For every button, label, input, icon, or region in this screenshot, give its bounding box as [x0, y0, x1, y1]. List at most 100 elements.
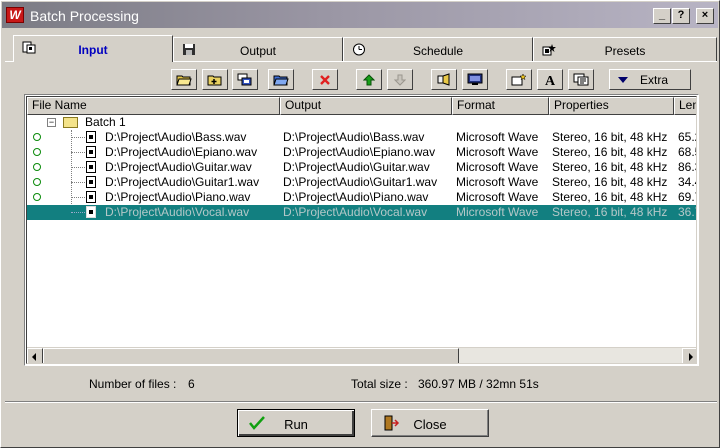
- files-count-label: Number of files :: [89, 377, 177, 391]
- move-up-button[interactable]: [356, 69, 382, 90]
- format-cell: Microsoft Wave: [456, 145, 539, 159]
- extra-button[interactable]: Extra: [609, 69, 691, 90]
- scroll-thumb[interactable]: [43, 348, 459, 363]
- add-folder-icon: [207, 75, 222, 86]
- properties-cell: Stereo, 16 bit, 48 kHz: [552, 160, 668, 174]
- table-row[interactable]: D:\Project\Audio\Bass.wav D:\Project\Aud…: [27, 130, 696, 145]
- column-header-file-name[interactable]: File Name: [27, 97, 280, 115]
- scroll-left-button[interactable]: [27, 348, 43, 363]
- column-header-format[interactable]: Format: [452, 97, 549, 115]
- properties-cell: Stereo, 16 bit, 48 kHz: [552, 130, 668, 144]
- tree-branch: [71, 182, 85, 183]
- file-list[interactable]: File Name Output Format Properties Len −…: [24, 94, 699, 366]
- open-icon: [273, 75, 289, 86]
- add-files-icon: [237, 73, 252, 86]
- tree-branch: [71, 167, 85, 168]
- text-icon: A: [545, 74, 556, 86]
- file-name-cell: D:\Project\Audio\Piano.wav: [105, 190, 251, 204]
- batch-name: Batch 1: [85, 115, 126, 129]
- run-label: Run: [284, 417, 308, 432]
- files-count-value: 6: [188, 377, 195, 391]
- scroll-right-button[interactable]: [682, 348, 696, 363]
- output-cell: D:\Project\Audio\Vocal.wav: [283, 205, 428, 219]
- help-button[interactable]: ?: [672, 8, 690, 24]
- tab-input[interactable]: Input: [13, 35, 173, 62]
- file-name-cell: D:\Project\Audio\Guitar1.wav: [105, 175, 260, 189]
- file-icon: [86, 206, 96, 218]
- status-ok-icon: [33, 133, 41, 141]
- extra-dropdown-arrow-icon: [618, 77, 628, 83]
- move-down-button[interactable]: [387, 69, 413, 90]
- run-button[interactable]: Run: [237, 409, 355, 437]
- file-name-cell: D:\Project\Audio\Bass.wav: [105, 130, 247, 144]
- file-name-cell: D:\Project\Audio\Vocal.wav: [105, 205, 250, 219]
- table-row[interactable]: D:\Project\Audio\Guitar1.wav D:\Project\…: [27, 175, 696, 190]
- column-header-length[interactable]: Len: [674, 97, 696, 115]
- format-cell: Microsoft Wave: [456, 130, 539, 144]
- title-bar[interactable]: W Batch Processing _ ? ×: [2, 2, 718, 28]
- tree-branch: [71, 152, 85, 153]
- delete-icon: [320, 74, 330, 85]
- length-cell: 65.2: [678, 130, 696, 144]
- tree-branch: [71, 212, 85, 213]
- batch-row[interactable]: − Batch 1: [27, 115, 696, 130]
- format-cell: Microsoft Wave: [456, 205, 539, 219]
- column-header-properties[interactable]: Properties: [549, 97, 674, 115]
- format-cell: Microsoft Wave: [456, 160, 539, 174]
- table-row[interactable]: D:\Project\Audio\Guitar.wav D:\Project\A…: [27, 160, 696, 175]
- monitor-icon: [467, 73, 483, 85]
- arrow-right-icon: [689, 353, 693, 361]
- output-cell: D:\Project\Audio\Epiano.wav: [283, 145, 436, 159]
- app-logo-icon: W: [6, 7, 24, 23]
- tab-output[interactable]: Output: [173, 37, 343, 61]
- format-cell: Microsoft Wave: [456, 175, 539, 189]
- move-down-icon: [394, 74, 406, 86]
- column-header-output[interactable]: Output: [280, 97, 452, 115]
- properties-button[interactable]: [568, 69, 594, 90]
- new-item-button[interactable]: [506, 69, 532, 90]
- batch-processing-window: W Batch Processing _ ? × Input Output Sc…: [0, 0, 720, 448]
- length-cell: 86.3: [678, 160, 696, 174]
- close-label: Close: [413, 417, 447, 432]
- open-button[interactable]: [268, 69, 294, 90]
- close-window-button[interactable]: ×: [696, 8, 714, 24]
- properties-cell: Stereo, 16 bit, 48 kHz: [552, 175, 668, 189]
- tree-branch: [71, 197, 85, 198]
- close-button[interactable]: Close: [371, 409, 489, 437]
- open-folder-button[interactable]: [171, 69, 197, 90]
- play-button[interactable]: [431, 69, 457, 90]
- minimize-button[interactable]: _: [653, 8, 671, 24]
- output-cell: D:\Project\Audio\Guitar1.wav: [283, 175, 438, 189]
- delete-button[interactable]: [312, 69, 338, 90]
- text-button[interactable]: A: [537, 69, 563, 90]
- length-cell: 34.4: [678, 175, 696, 189]
- status-ok-icon: [33, 148, 41, 156]
- properties-icon: [573, 73, 589, 86]
- folder-icon: [63, 117, 78, 128]
- tab-presets[interactable]: Presets: [533, 37, 717, 61]
- open-folder-icon: [176, 75, 192, 86]
- collapse-icon[interactable]: −: [47, 118, 56, 127]
- monitor-button[interactable]: [462, 69, 488, 90]
- file-name-cell: D:\Project\Audio\Guitar.wav: [105, 160, 252, 174]
- tab-schedule[interactable]: Schedule: [343, 37, 533, 61]
- tab-input-label: Input: [78, 43, 108, 57]
- tab-schedule-label: Schedule: [412, 44, 464, 58]
- table-row[interactable]: D:\Project\Audio\Epiano.wav D:\Project\A…: [27, 145, 696, 160]
- table-row-selected[interactable]: D:\Project\Audio\Vocal.wav D:\Project\Au…: [27, 205, 696, 220]
- file-icon: [86, 161, 96, 173]
- output-cell: D:\Project\Audio\Bass.wav: [283, 130, 425, 144]
- move-up-icon: [363, 73, 375, 85]
- add-files-button[interactable]: [232, 69, 258, 90]
- file-icon: [86, 191, 96, 203]
- length-cell: 68.5: [678, 145, 696, 159]
- tree-branch: [71, 137, 85, 138]
- horizontal-scrollbar[interactable]: [27, 347, 696, 363]
- table-row[interactable]: D:\Project\Audio\Piano.wav D:\Project\Au…: [27, 190, 696, 205]
- length-cell: 36.7: [678, 205, 696, 219]
- add-folder-button[interactable]: [202, 69, 228, 90]
- file-icon: [86, 146, 96, 158]
- file-icon: [86, 131, 96, 143]
- output-cell: D:\Project\Audio\Piano.wav: [283, 190, 429, 204]
- play-icon: [437, 73, 450, 86]
